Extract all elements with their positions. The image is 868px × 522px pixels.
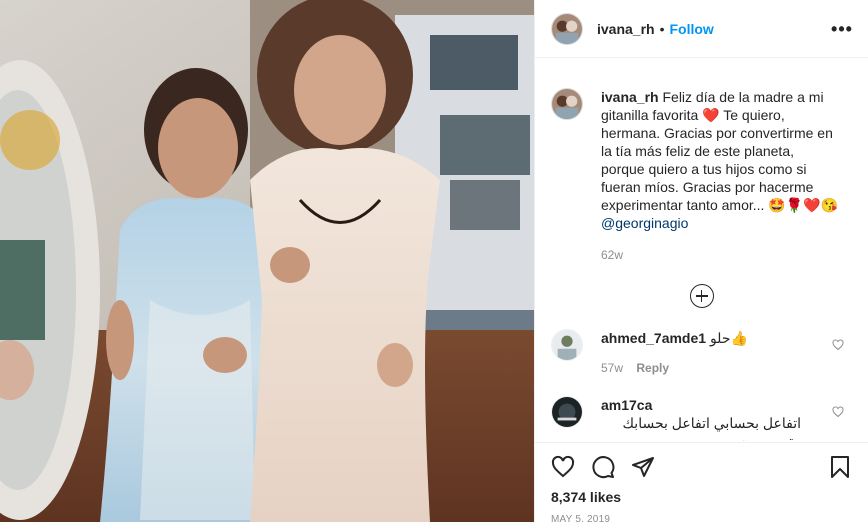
separator-dot: •	[659, 20, 665, 37]
reply-button[interactable]: Reply	[636, 361, 669, 375]
author-avatar[interactable]	[551, 12, 583, 45]
comment-text: اتفاعل بحسابي اتفاعل بحسابك متوصى بيه	[622, 415, 802, 441]
caption-username[interactable]: ivana_rh	[601, 89, 659, 105]
comment-avatar[interactable]	[551, 329, 583, 361]
post-sidebar: ivana_rh • Follow ••• ivana_rh Feliz día…	[534, 0, 868, 522]
comment-username[interactable]: ahmed_7amde1	[601, 330, 706, 346]
caption-avatar[interactable]	[551, 88, 583, 120]
photo-image	[0, 0, 534, 522]
plus-circle-icon[interactable]	[689, 284, 714, 308]
caption-body: ivana_rh Feliz día de la madre a mi gita…	[601, 88, 841, 264]
post-caption: ivana_rh Feliz día de la madre a mi gita…	[551, 59, 852, 264]
post-header: ivana_rh • Follow •••	[535, 0, 868, 58]
more-options-icon[interactable]: •••	[831, 19, 852, 39]
post-photo[interactable]	[0, 0, 534, 522]
comment-icon[interactable]	[591, 455, 615, 479]
post-actions: 8,374 likes MAY 5, 2019	[535, 442, 868, 522]
heart-icon[interactable]	[551, 455, 575, 479]
comment-body: ahmed_7amde1 حلو👍 57w Reply	[601, 329, 748, 377]
comment-like-icon[interactable]	[832, 339, 844, 351]
post-date[interactable]: MAY 5, 2019	[551, 514, 852, 522]
caption-mention-link[interactable]: @georginagio	[601, 214, 841, 232]
comment-avatar[interactable]	[551, 396, 583, 428]
comment-meta: 57w Reply	[601, 359, 748, 377]
comment-like-icon[interactable]	[832, 406, 844, 418]
bookmark-icon[interactable]	[828, 455, 852, 479]
share-icon[interactable]	[631, 455, 655, 479]
author-username[interactable]: ivana_rh	[597, 21, 655, 37]
action-icons	[551, 443, 852, 491]
comment-body: am17ca اتفاعل بحسابي اتفاعل بحسابك متوصى…	[601, 396, 801, 441]
comment-item: am17ca اتفاعل بحسابي اتفاعل بحسابك متوصى…	[551, 396, 852, 441]
comment-username[interactable]: am17ca	[601, 397, 652, 413]
caption-time[interactable]: 62w	[601, 246, 841, 264]
follow-button[interactable]: Follow	[670, 21, 714, 37]
likes-count[interactable]: 8,374 likes	[551, 489, 852, 505]
comment-time[interactable]: 57w	[601, 361, 623, 375]
caption-text: Feliz día de la madre a mi gitanilla fav…	[601, 89, 839, 213]
comment-item: ahmed_7amde1 حلو👍 57w Reply	[551, 329, 852, 377]
comments-section[interactable]: ivana_rh Feliz día de la madre a mi gita…	[535, 59, 868, 441]
comment-text: حلو👍	[709, 330, 748, 346]
load-more-comments[interactable]	[551, 284, 852, 308]
